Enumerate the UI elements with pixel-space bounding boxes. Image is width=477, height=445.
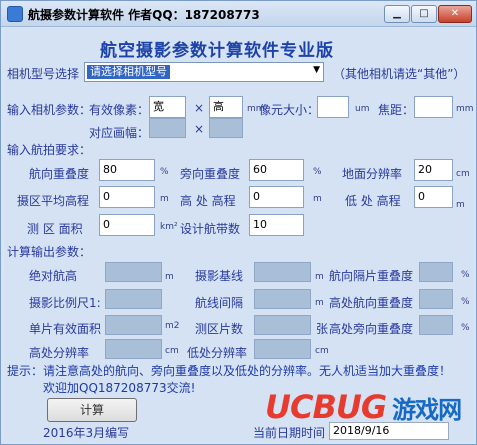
output-section: 计算输出参数： [7, 245, 92, 259]
pixel-height-input[interactable]: 高 [209, 96, 243, 118]
window-title: 航摄参数计算软件 作者QQ：187208773 [28, 8, 260, 22]
low-res-label: 低处分辨率 [187, 346, 248, 360]
unit-m2: m2 [165, 321, 180, 331]
strips-label: 设计航带数 [180, 222, 241, 236]
camera-model-selected: 请选择相机型号 [87, 65, 170, 79]
frame-width-output [149, 118, 186, 138]
times-sign: × [194, 101, 205, 115]
unit-cm-low: cm [315, 346, 329, 356]
unit-km2: km² [160, 222, 178, 232]
camera-model-label: 相机型号选择 [7, 67, 80, 81]
unit-zhang: 张 [316, 322, 329, 336]
photo-count-label: 测区片数 [195, 322, 244, 336]
side-overlap-label: 旁向重叠度 [180, 167, 241, 181]
high-res-label: 高处分辨率 [29, 346, 90, 360]
tip-text: 提示：请注意高处的航向、旁向重叠度以及低处的分辨率。无人机适当加大重叠度！ [7, 364, 452, 378]
high-elevation-label: 高 处 高程 [180, 194, 236, 208]
watermark-logo: UCBUG 游戏网 [265, 388, 462, 426]
single-area-label: 单片有效面积 [29, 322, 102, 336]
unit-percent-out1: % [461, 270, 470, 280]
frame-height-output [209, 118, 243, 138]
forward-overlap-input[interactable]: 80 [99, 159, 155, 181]
avg-elevation-input[interactable]: 0 [99, 186, 155, 208]
low-res-output [254, 339, 311, 359]
high-elevation-input[interactable]: 0 [249, 186, 304, 208]
low-elevation-input[interactable]: 0 [414, 186, 453, 208]
focal-label: 焦距： [378, 103, 415, 117]
high-forward-output [419, 289, 453, 309]
unit-percent-out2: % [461, 297, 470, 307]
unit-m-3: m [456, 200, 465, 210]
abs-height-output [105, 262, 162, 282]
maximize-button[interactable]: □ [411, 5, 437, 23]
unit-cm-high: cm [165, 346, 179, 356]
line-spacing-output [254, 289, 311, 309]
focal-input[interactable] [414, 96, 453, 118]
unit-percent-out3: % [461, 323, 470, 333]
unit-m-baseline: m [315, 272, 324, 282]
high-res-output [105, 339, 162, 359]
high-side-output [419, 315, 453, 335]
unit-m-2: m [313, 194, 322, 204]
chevron-down-icon[interactable]: ▼ [313, 65, 320, 75]
forward-overlap-label: 航向重叠度 [29, 167, 90, 181]
version-text: 2016年3月编写 [43, 426, 130, 440]
abs-height-label: 绝对航高 [29, 269, 78, 283]
forward-overlap-at-output [419, 262, 453, 282]
calculate-button[interactable]: 计算 [47, 398, 137, 422]
high-forward-label: 高处航向重叠度 [329, 296, 414, 310]
camera-hint: （其他相机请选“其他”） [333, 67, 466, 81]
side-overlap-input[interactable]: 60 [249, 159, 304, 181]
times-sign-frame: × [194, 122, 205, 136]
app-window: 航摄参数计算软件 作者QQ：187208773 ▁ □ ✕ 航空摄影参数计算软件… [0, 0, 477, 445]
minimize-button[interactable]: ▁ [384, 5, 410, 23]
low-elevation-label: 低 处 高程 [345, 194, 401, 208]
unit-m-1: m [160, 194, 169, 204]
scale-output [105, 289, 162, 309]
baseline-output [254, 262, 311, 282]
scale-label: 摄影比例尺1: [29, 296, 101, 310]
pixels-label: 有效像素： [89, 103, 150, 117]
unit-m-abs: m [165, 272, 174, 282]
camera-params-section: 输入相机参数： [7, 103, 92, 117]
unit-percent-1: % [160, 167, 169, 177]
strips-input[interactable]: 10 [249, 214, 304, 236]
unit-um: um [355, 104, 370, 114]
line-spacing-label: 航线间隔 [195, 296, 244, 310]
frame-label: 对应画幅： [89, 126, 150, 140]
page-title: 航空摄影参数计算软件专业版 [100, 41, 334, 61]
app-icon [7, 6, 23, 22]
close-button[interactable]: ✕ [438, 5, 472, 23]
forward-overlap-at-label: 航向隔片重叠度 [329, 269, 414, 283]
area-label: 测 区 面积 [27, 222, 83, 236]
pixel-size-label: 像元大小： [259, 103, 320, 117]
high-side-label: 高处旁向重叠度 [329, 322, 414, 336]
baseline-label: 摄影基线 [195, 269, 244, 283]
date-label: 当前日期时间 [253, 426, 326, 440]
camera-model-select[interactable]: 请选择相机型号 ▼ [84, 62, 324, 82]
avg-elevation-label: 摄区平均高程 [17, 194, 90, 208]
area-input[interactable]: 0 [99, 214, 155, 236]
pixel-width-input[interactable]: 宽 [149, 96, 186, 118]
flight-section: 输入航拍要求： [7, 143, 92, 157]
welcome-text: 欢迎加QQ187208773交流! [43, 381, 196, 395]
watermark-brand: UCBUG [265, 388, 387, 426]
pixel-size-input[interactable] [317, 96, 349, 118]
unit-mm-focal: mm [456, 104, 474, 114]
watermark-cn: 游戏网 [392, 396, 462, 424]
gsd-label: 地面分辨率 [342, 167, 403, 181]
main-panel: 航空摄影参数计算软件专业版 相机型号选择 请选择相机型号 ▼ （其他相机请选“其… [5, 28, 474, 442]
unit-percent-2: % [313, 167, 322, 177]
photo-count-output [254, 315, 311, 335]
gsd-input[interactable]: 20 [414, 159, 453, 181]
single-area-output [105, 315, 162, 335]
title-bar: 航摄参数计算软件 作者QQ：187208773 ▁ □ ✕ [1, 1, 476, 27]
unit-m-spacing: m [315, 298, 324, 308]
unit-cm: cm [456, 169, 470, 179]
